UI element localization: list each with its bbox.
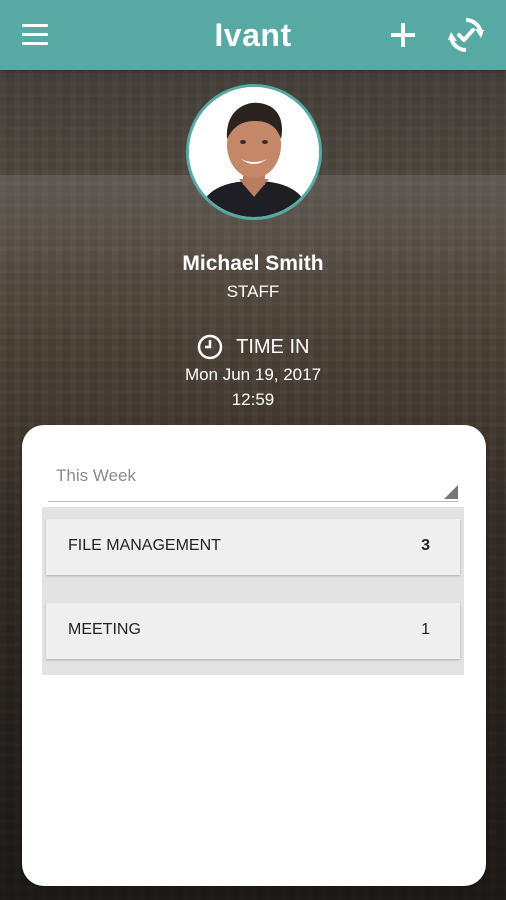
avatar[interactable]	[186, 84, 322, 220]
plus-icon[interactable]	[391, 23, 415, 47]
list-item[interactable]: FILE MANAGEMENT 3	[46, 519, 460, 575]
time-in-date: Mon Jun 19, 2017	[184, 365, 322, 384]
time-status-label: TIME IN	[236, 335, 310, 358]
time-in-time: 12:59	[231, 390, 275, 409]
period-dropdown-value: This Week	[56, 466, 136, 485]
activity-label: MEETING	[68, 621, 141, 638]
activity-list: FILE MANAGEMENT 3 MEETING 1	[42, 507, 464, 675]
app-title: Ivant	[214, 17, 292, 53]
profile-photo	[189, 87, 319, 217]
time-status: TIME IN	[0, 334, 506, 362]
dropdown-triangle-icon	[444, 485, 458, 499]
sync-icon[interactable]	[447, 16, 485, 54]
clock-icon	[197, 334, 222, 360]
period-dropdown[interactable]: This Week	[48, 461, 458, 502]
activity-count: 1	[421, 621, 430, 638]
app-toolbar: Ivant	[0, 0, 506, 70]
user-role: STAFF	[226, 282, 280, 301]
activity-card: This Week FILE MANAGEMENT 3 MEETING 1	[22, 425, 486, 886]
user-name: Michael Smith	[182, 252, 324, 275]
list-item[interactable]: MEETING 1	[46, 603, 460, 659]
activity-label: FILE MANAGEMENT	[68, 537, 221, 554]
activity-count: 3	[421, 537, 430, 554]
